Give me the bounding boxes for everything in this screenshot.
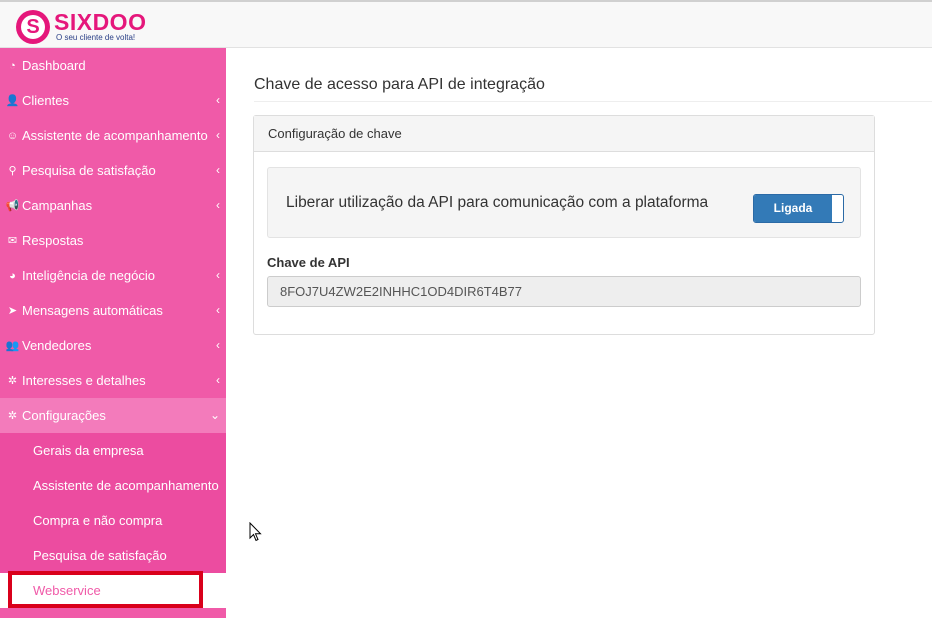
chevron-left-icon: ‹ xyxy=(216,163,220,177)
page-title: Chave de acesso para API de integração xyxy=(254,76,545,93)
sidebar-item-respostas[interactable]: ✉ Respostas xyxy=(0,223,226,258)
chevron-left-icon: ‹ xyxy=(216,198,220,212)
sidebar-item-label: Respostas xyxy=(22,233,84,248)
sidebar-subitem-gerais-da-empresa[interactable]: Gerais da empresa xyxy=(0,433,226,468)
sidebar-item-inteligência-de-negócio[interactable]: ◕ Inteligência de negócio ‹ xyxy=(0,258,226,293)
sidebar-bottom-strip xyxy=(0,608,226,618)
sidebar-item-mensagens-automáticas[interactable]: ➤ Mensagens automáticas ‹ xyxy=(0,293,226,328)
toggle-on-label: Ligada xyxy=(754,195,832,222)
title-divider xyxy=(254,101,932,102)
mouse-cursor-icon xyxy=(249,522,262,542)
logo-mark-letter: S xyxy=(26,16,40,38)
sidebar-item-label: Assistente de acompanhamento xyxy=(22,128,208,143)
brand-name: SIXDOO xyxy=(54,9,147,35)
chevron-left-icon: ‹ xyxy=(216,128,220,142)
sidebar-item-label: Dashboard xyxy=(22,58,86,73)
api-toggle-well: Liberar utilização da API para comunicaç… xyxy=(267,167,861,238)
main-content: Chave de acesso para API de integração C… xyxy=(226,48,932,618)
sidebar-item-label: Pesquisa de satisfação xyxy=(22,163,156,178)
users-icon: 👥 xyxy=(5,340,20,352)
user-plus-icon: 👤 xyxy=(5,95,20,107)
logo-mark-icon: S xyxy=(16,10,50,44)
sidebar-item-campanhas[interactable]: 📢 Campanhas ‹ xyxy=(0,188,226,223)
sidebar-item-label: Interesses e detalhes xyxy=(22,373,146,388)
chevron-left-icon: ‹ xyxy=(216,338,220,352)
sidebar-item-label: Configurações xyxy=(22,408,106,423)
paper-plane-icon: ➤ xyxy=(7,305,18,317)
key-config-panel: Configuração de chave Liberar utilização… xyxy=(253,115,875,335)
sidebar-item-vendedores[interactable]: 👥 Vendedores ‹ xyxy=(0,328,226,363)
api-key-label: Chave de API xyxy=(267,255,350,270)
brand-tagline: O seu cliente de volta! xyxy=(56,33,136,42)
envelope-open-icon: ✉ xyxy=(7,235,18,247)
panel-heading: Configuração de chave xyxy=(254,116,874,152)
sidebar-item-label: Campanhas xyxy=(22,198,93,213)
pie-chart-icon: ◕ xyxy=(9,269,16,282)
search-icon: ⚲ xyxy=(8,165,17,177)
webservice-highlight-box xyxy=(8,571,203,608)
api-key-field[interactable]: 8FOJ7U4ZW2E2INHHC1OD4DIR6T4B77 xyxy=(267,276,861,307)
sidebar-item-label: Mensagens automáticas xyxy=(22,303,163,318)
sidebar-item-clientes[interactable]: 👤 Clientes ‹ xyxy=(0,83,226,118)
logo-text: SIXDOO O seu cliente de volta! xyxy=(54,11,146,43)
chevron-left-icon: ‹ xyxy=(216,268,220,282)
smile-icon: ☺ xyxy=(6,129,19,142)
chevron-left-icon: ‹ xyxy=(216,93,220,107)
sixdoo-logo[interactable]: S SIXDOO O seu cliente de volta! xyxy=(16,8,146,46)
sidebar-item-dashboard[interactable]: ◔ Dashboard xyxy=(0,48,226,83)
sidebar-item-assistente-de-acompanhamento[interactable]: ☺ Assistente de acompanhamento ‹ xyxy=(0,118,226,153)
api-toggle-switch[interactable]: Ligada xyxy=(753,194,844,223)
chevron-left-icon: ‹ xyxy=(216,303,220,317)
sidebar-item-configurações[interactable]: ✲ Configurações ⌄ xyxy=(0,398,226,433)
sidebar-item-interesses-e-detalhes[interactable]: ✲ Interesses e detalhes ‹ xyxy=(0,363,226,398)
gear-icon: ✲ xyxy=(7,375,18,387)
chevron-left-icon: ‹ xyxy=(216,373,220,387)
sidebar-subitem-compra-e-não-compra[interactable]: Compra e não compra xyxy=(0,503,226,538)
sidebar-item-pesquisa-de-satisfação[interactable]: ⚲ Pesquisa de satisfação ‹ xyxy=(0,153,226,188)
sidebar-item-label: Clientes xyxy=(22,93,69,108)
bullhorn-icon: 📢 xyxy=(5,200,20,212)
top-bar: S SIXDOO O seu cliente de volta! xyxy=(0,0,932,48)
sidebar-subitem-assistente-de-acompanhamento[interactable]: Assistente de acompanhamento xyxy=(0,468,226,503)
sidebar-subitem-pesquisa-de-satisfação[interactable]: Pesquisa de satisfação xyxy=(0,538,226,573)
gear-icon: ✲ xyxy=(7,410,18,422)
api-toggle-label: Liberar utilização da API para comunicaç… xyxy=(286,194,709,211)
sidebar-item-label: Inteligência de negócio xyxy=(22,268,155,283)
dashboard-icon: ◔ xyxy=(9,59,16,72)
sidebar: ◔ Dashboard 👤 Clientes ‹ ☺ Assistente de acomp… xyxy=(0,48,226,618)
chevron-down-icon: ⌄ xyxy=(209,408,220,422)
sidebar-item-label: Vendedores xyxy=(22,338,92,353)
